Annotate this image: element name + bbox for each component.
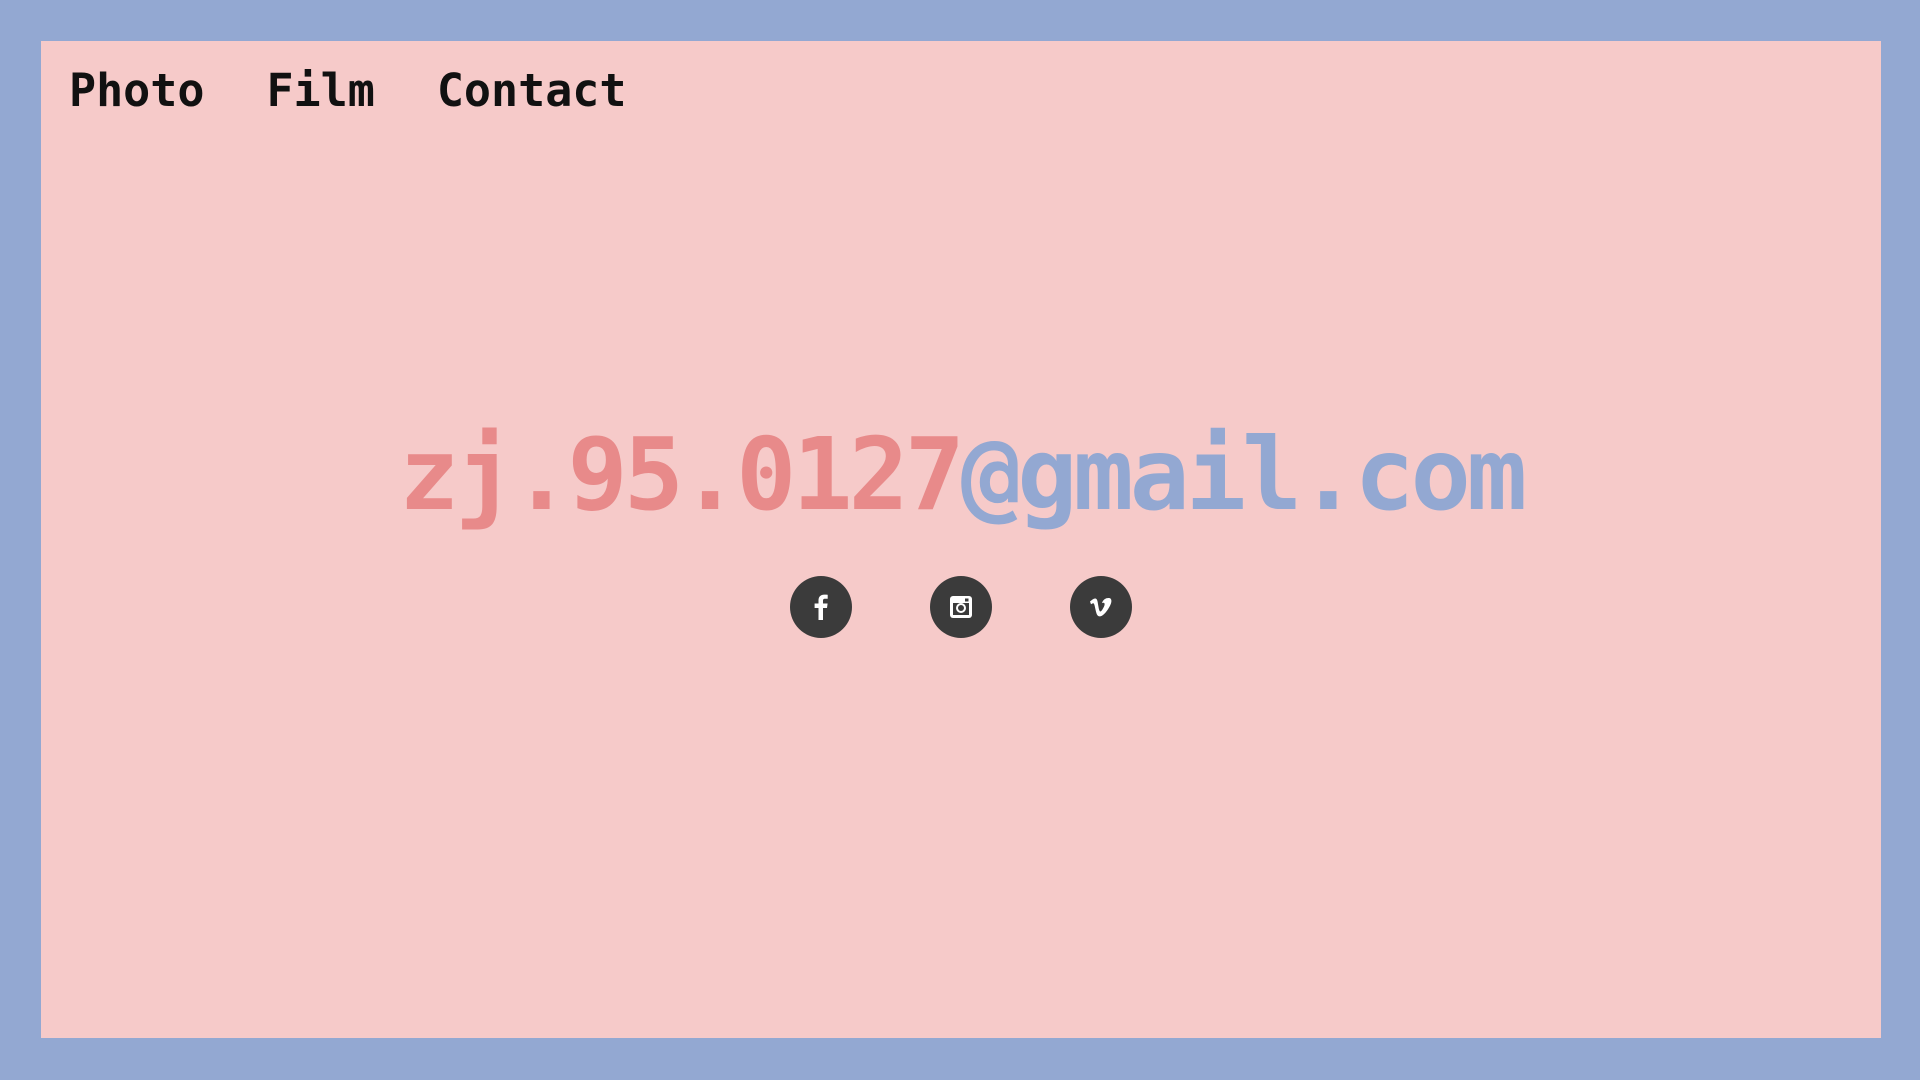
nav-contact[interactable]: Contact — [437, 68, 627, 113]
facebook-link[interactable] — [790, 576, 852, 638]
instagram-link[interactable] — [930, 576, 992, 638]
nav-photo[interactable]: Photo — [69, 68, 204, 113]
vimeo-icon — [1086, 592, 1116, 622]
instagram-icon — [948, 594, 974, 620]
nav-film[interactable]: Film — [266, 68, 374, 113]
page-frame: Photo Film Contact zj.95.0127@gmail.com — [41, 41, 1881, 1038]
main-nav: Photo Film Contact — [69, 68, 627, 113]
email-domain: @gmail.com — [961, 416, 1527, 533]
facebook-icon — [806, 592, 836, 622]
contact-email[interactable]: zj.95.0127@gmail.com — [41, 425, 1881, 525]
email-user: zj.95.0127 — [398, 416, 965, 533]
vimeo-link[interactable] — [1070, 576, 1132, 638]
social-links — [41, 576, 1881, 638]
